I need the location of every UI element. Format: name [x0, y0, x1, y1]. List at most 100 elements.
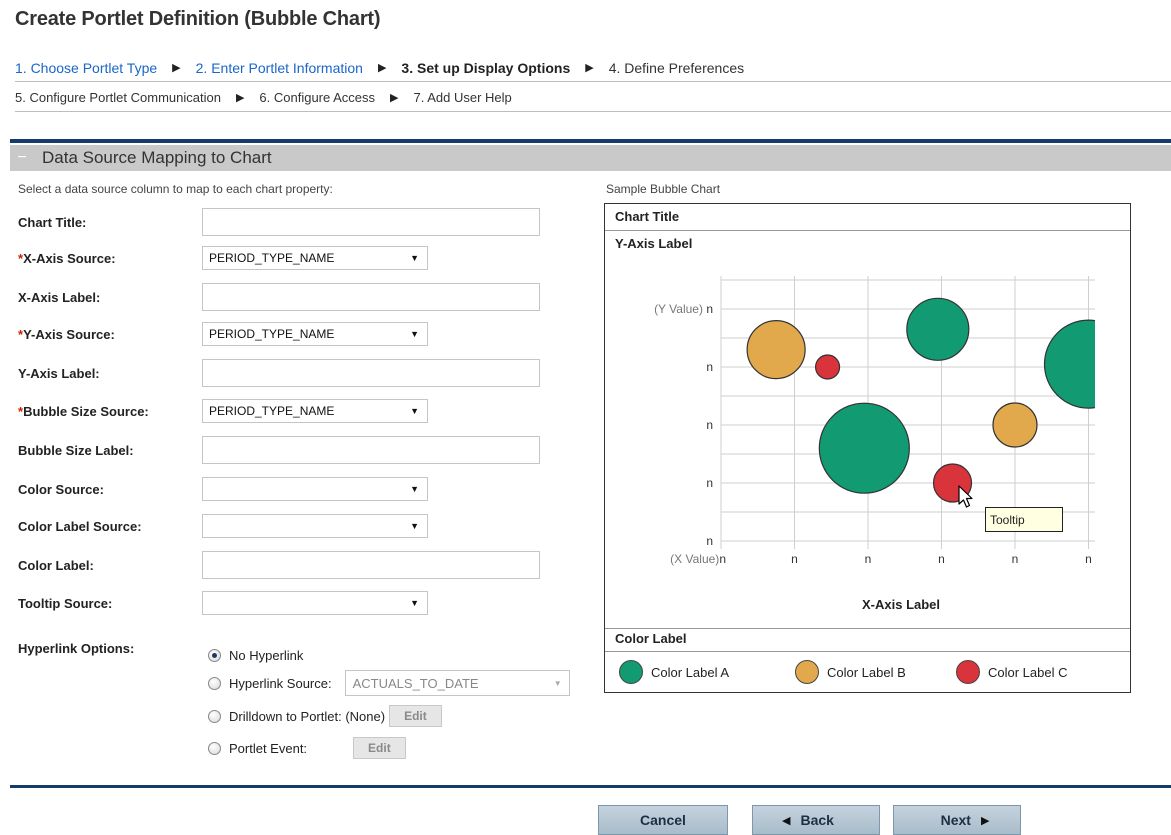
field-label-text: Bubble Size Source: [23, 403, 149, 419]
step-configure-access: 6. Configure Access [259, 90, 376, 105]
x-tick-label: (X Value)n [670, 552, 726, 566]
bubble [906, 297, 970, 361]
next-button[interactable]: Next ▶ [893, 805, 1021, 835]
select-value: PERIOD_TYPE_NAME [209, 327, 335, 341]
legend-title: Color Label [615, 631, 687, 646]
field-label: *Bubble Size Source: [18, 404, 202, 419]
legend-divider [605, 651, 1130, 652]
source-select[interactable]: ▼ [202, 591, 428, 615]
y-tick-label: n [706, 360, 713, 374]
radio-no-hyperlink[interactable] [208, 648, 221, 662]
x-tick-label: n [938, 552, 945, 566]
select-value: PERIOD_TYPE_NAME [209, 404, 335, 418]
form-row: *Y-Axis Source: PERIOD_TYPE_NAME ▼ [18, 319, 428, 349]
legend-swatch [956, 660, 980, 684]
field-label-text: Color Label Source: [18, 518, 142, 534]
x-tick-label: n [791, 552, 798, 566]
drilldown-edit-button[interactable]: Edit [389, 705, 442, 727]
field-label: *X-Axis Source: [18, 251, 202, 266]
bubble [814, 354, 841, 380]
portlet-event-edit-button[interactable]: Edit [353, 737, 406, 759]
field-label-text: Color Label: [18, 557, 94, 573]
radio-portlet-event[interactable] [208, 741, 221, 755]
bubble-plot: (Y Value) n n n n n (X Value)n n n n n n [654, 276, 1095, 566]
hyperlink-options-label: Hyperlink Options: [18, 641, 135, 656]
bubble [1043, 319, 1095, 409]
field-label: Color Label: [18, 558, 202, 573]
text-field[interactable] [202, 551, 540, 579]
text-field[interactable] [202, 436, 540, 464]
section-divider [10, 139, 1171, 143]
source-select[interactable]: PERIOD_TYPE_NAME ▼ [202, 322, 428, 346]
step-define-preferences: 4. Define Preferences [608, 59, 745, 76]
form-row: Y-Axis Label: [18, 358, 540, 388]
radio-hyperlink-source-row[interactable]: Hyperlink Source: ACTUALS_TO_DATE ▼ [208, 670, 570, 696]
legend-swatch [795, 660, 819, 684]
legend-item-c: Color Label C [956, 660, 1068, 684]
form-row: *Bubble Size Source: PERIOD_TYPE_NAME ▼ [18, 396, 428, 426]
arrow-right-icon: ▶ [172, 62, 181, 74]
hyperlink-source-select[interactable]: ACTUALS_TO_DATE ▼ [344, 670, 570, 696]
legend-label: Color Label A [651, 664, 730, 680]
y-tick-label: (Y Value) n [654, 302, 713, 316]
legend-divider [605, 628, 1130, 629]
form-row: Tooltip Source: ▼ [18, 588, 428, 618]
field-label-text: Color Source: [18, 481, 104, 497]
y-tick-label: n [706, 534, 713, 548]
bubble [818, 402, 910, 494]
field-label-text: Tooltip Source: [18, 595, 113, 611]
chevron-down-icon: ▼ [410, 253, 419, 263]
chevron-down-icon: ▼ [410, 329, 419, 339]
radio-drilldown-row[interactable]: Drilldown to Portlet: (None) Edit [208, 704, 442, 728]
radio-portlet-event-label: Portlet Event: [229, 740, 308, 756]
next-button-label: Next [940, 812, 971, 828]
source-select[interactable]: PERIOD_TYPE_NAME ▼ [202, 399, 428, 423]
chevron-down-icon: ▼ [410, 484, 419, 494]
field-label: Color Source: [18, 482, 202, 497]
form-row: Color Source: ▼ [18, 474, 428, 504]
collapse-icon[interactable]: − [12, 149, 32, 167]
hyperlink-source-value: ACTUALS_TO_DATE [352, 675, 479, 691]
chevron-down-icon: ▼ [553, 678, 562, 688]
section-title: Data Source Mapping to Chart [42, 148, 272, 167]
field-label: Y-Axis Label: [18, 366, 202, 381]
source-select[interactable]: PERIOD_TYPE_NAME ▼ [202, 246, 428, 270]
cancel-button-label: Cancel [640, 812, 686, 828]
wizard-steps-row-2: 5. Configure Portlet Communication ▶ 6. … [15, 84, 1171, 112]
step-enter-portlet-information[interactable]: 2. Enter Portlet Information [196, 60, 363, 76]
step-choose-portlet-type[interactable]: 1. Choose Portlet Type [15, 60, 157, 76]
chevron-down-icon: ▼ [410, 521, 419, 531]
field-label-text: X-Axis Source: [23, 250, 116, 266]
chart-tooltip: Tooltip [985, 507, 1063, 532]
form-row: *X-Axis Source: PERIOD_TYPE_NAME ▼ [18, 243, 428, 273]
bubble [746, 320, 806, 380]
chevron-down-icon: ▼ [410, 406, 419, 416]
arrow-right-icon: ▶ [235, 92, 245, 104]
field-label: X-Axis Label: [18, 290, 202, 305]
source-select[interactable]: ▼ [202, 514, 428, 538]
radio-hyperlink-source[interactable] [208, 676, 221, 690]
legend-item-b: Color Label B [795, 660, 906, 684]
section-instructions: Select a data source column to map to ea… [18, 182, 333, 196]
legend-label: Color Label C [988, 664, 1068, 680]
source-select[interactable]: ▼ [202, 477, 428, 501]
sample-bubble-chart: (Y Value) n n n n n (X Value)n n n n n n Chart Tit… [604, 203, 1131, 693]
step-configure-portlet-communication: 5. Configure Portlet Communication [15, 90, 221, 105]
wizard-steps-row-1: 1. Choose Portlet Type ▶ 2. Enter Portle… [15, 54, 1171, 82]
field-label: Chart Title: [18, 215, 202, 230]
x-tick-label: n [1085, 552, 1092, 566]
text-field[interactable] [202, 208, 540, 236]
radio-drilldown-to-portlet[interactable] [208, 709, 221, 723]
text-field[interactable] [202, 359, 540, 387]
field-label: Bubble Size Label: [18, 443, 202, 458]
sample-chart-caption: Sample Bubble Chart [606, 182, 721, 196]
radio-portlet-event-row[interactable]: Portlet Event: Edit [208, 736, 406, 760]
arrow-right-icon: ▶ [377, 62, 387, 74]
text-field[interactable] [202, 283, 540, 311]
field-label: *Y-Axis Source: [18, 327, 202, 342]
back-button[interactable]: ◀ Back [752, 805, 880, 835]
cancel-button[interactable]: Cancel [598, 805, 728, 835]
field-label-text: Bubble Size Label: [18, 442, 134, 458]
legend-swatch [619, 660, 643, 684]
radio-no-hyperlink-row[interactable]: No Hyperlink [208, 643, 303, 667]
